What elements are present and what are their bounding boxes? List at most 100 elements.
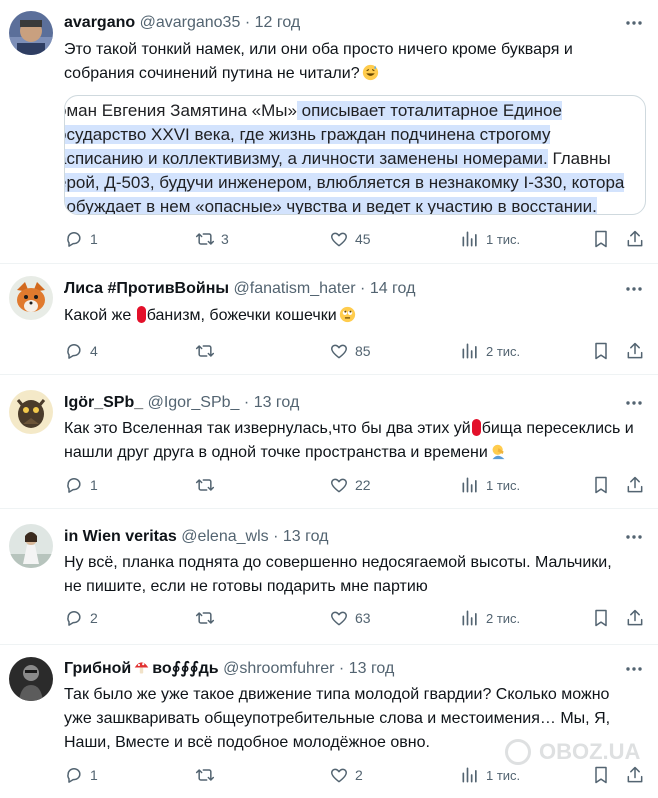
- rolling-eyes-emoji: [339, 306, 355, 323]
- reply-button[interactable]: 1: [64, 228, 98, 250]
- retweet-button[interactable]: [195, 607, 221, 629]
- quote-line-highlight: осударство XXVI века, где жизнь граждан …: [65, 125, 551, 144]
- quote-line-highlight: описывает тоталитарное Единое: [296, 101, 562, 120]
- author-handle[interactable]: @elena_wls: [181, 528, 268, 545]
- bookmark-icon: [595, 609, 607, 627]
- views-count: 2 тис.: [486, 610, 521, 626]
- separator: ·: [360, 280, 366, 297]
- avatar[interactable]: [9, 524, 53, 568]
- quoted-image[interactable]: оман Евгения Замятина «Мы» описывает тот…: [64, 95, 646, 215]
- retweet-button[interactable]: [195, 764, 221, 786]
- tweet-text-line: Так было же уже такое движение типа моло…: [64, 686, 610, 703]
- like-button[interactable]: 85: [329, 340, 371, 362]
- more-icon[interactable]: [624, 659, 644, 679]
- reply-count: 4: [90, 343, 98, 359]
- quote-line: Главны: [547, 149, 611, 168]
- avatar[interactable]: [9, 11, 53, 55]
- share-icon: [627, 609, 643, 626]
- author-name[interactable]: Грибной во∮∮∮дь: [64, 660, 219, 677]
- share-icon: [627, 476, 643, 493]
- reply-icon: [67, 768, 81, 783]
- tweet-text-part: Какой же: [64, 307, 136, 324]
- separator: ·: [243, 394, 250, 411]
- tweet-text-line: Ну всё, планка поднята до совершенно нед…: [64, 554, 612, 571]
- bookmark-button[interactable]: [591, 228, 611, 250]
- retweet-button[interactable]: [195, 474, 221, 496]
- separator: ·: [338, 660, 345, 677]
- tweet-text-part: банизм, божечки кошечки: [146, 307, 337, 324]
- tweet-text-line: нашли друг друга в одной точке пространс…: [64, 444, 488, 461]
- more-icon[interactable]: [624, 393, 644, 413]
- views-icon: [462, 231, 477, 247]
- timestamp[interactable]: 13 год: [283, 528, 329, 545]
- views-count: 2 тис.: [486, 343, 521, 359]
- author-handle[interactable]: @avargano35: [140, 14, 241, 31]
- views-button[interactable]: 1 тис.: [460, 228, 520, 250]
- author-name[interactable]: in Wien veritas: [64, 528, 177, 545]
- like-button[interactable]: 45: [329, 228, 371, 250]
- bookmark-button[interactable]: [591, 607, 611, 629]
- tweet-text-line: собрания сочинений путина не читали?: [64, 65, 360, 82]
- like-count: 85: [355, 343, 371, 359]
- facepalm-emoji: [492, 444, 505, 460]
- share-button[interactable]: [625, 228, 645, 250]
- like-count: 2: [355, 767, 363, 783]
- heart-icon: [330, 768, 348, 783]
- tweet-text-line: Это такой тонкий намек, или они оба прос…: [64, 41, 573, 58]
- views-count: 1 тис.: [486, 231, 521, 247]
- censor-blot: [136, 306, 146, 323]
- retweet-button[interactable]: 3: [195, 228, 229, 250]
- reply-button[interactable]: 1: [64, 474, 98, 496]
- avatar[interactable]: [9, 390, 53, 434]
- views-button[interactable]: 2 тис.: [460, 340, 520, 362]
- more-icon[interactable]: [624, 279, 644, 299]
- share-button[interactable]: [625, 607, 645, 629]
- like-button[interactable]: 22: [329, 474, 371, 496]
- timestamp[interactable]: 12 год: [255, 14, 301, 31]
- timestamp[interactable]: 13 год: [254, 394, 300, 411]
- share-button[interactable]: [625, 340, 645, 362]
- reply-button[interactable]: 4: [64, 340, 98, 362]
- avatar[interactable]: [9, 276, 53, 320]
- tweet-avargano[interactable]: avargano @avargano35 · 12 год Это такой …: [0, 0, 658, 264]
- like-button[interactable]: 2: [329, 764, 363, 786]
- heart-icon: [330, 611, 348, 626]
- author-name[interactable]: Лиса #ПротивВойны: [64, 280, 229, 297]
- bookmark-button[interactable]: [591, 474, 611, 496]
- reply-button[interactable]: 2: [64, 607, 98, 629]
- quote-line-highlight: асписанию и коллективизму, а личности за…: [65, 149, 548, 168]
- bookmark-button[interactable]: [591, 340, 611, 362]
- author-name[interactable]: Igör_SPb_: [64, 394, 143, 411]
- like-button[interactable]: 63: [329, 607, 371, 629]
- share-button[interactable]: [625, 474, 645, 496]
- share-icon: [627, 230, 643, 247]
- avatar[interactable]: [9, 657, 53, 701]
- reply-icon: [67, 611, 81, 626]
- reply-count: 1: [90, 767, 98, 783]
- tweet-text: Как это Вселенная так извернулась,что бы…: [64, 417, 644, 465]
- mushroom-emoji: [134, 662, 149, 674]
- views-icon: [462, 610, 477, 626]
- watermark: OBOZ.UA: [505, 732, 658, 772]
- author-handle[interactable]: @Igor_SPb_: [148, 394, 240, 411]
- views-button[interactable]: 1 тис.: [460, 474, 520, 496]
- author-handle[interactable]: @fanatism_hater: [234, 280, 356, 297]
- views-button[interactable]: 2 тис.: [460, 607, 520, 629]
- reply-icon: [67, 478, 81, 493]
- reply-icon: [67, 232, 81, 247]
- timestamp[interactable]: 13 год: [349, 660, 395, 677]
- retweet-icon: [195, 479, 215, 491]
- separator: ·: [273, 528, 279, 545]
- more-icon[interactable]: [624, 527, 644, 547]
- author-name-part: Грибной: [64, 660, 132, 677]
- timestamp[interactable]: 14 год: [370, 280, 416, 297]
- more-icon[interactable]: [624, 13, 644, 33]
- heart-icon: [330, 232, 348, 247]
- author-name[interactable]: avargano: [64, 14, 135, 31]
- author-name-part: во∮∮∮дь: [152, 660, 219, 677]
- reply-button[interactable]: 1: [64, 764, 98, 786]
- censor-blot: [471, 419, 481, 436]
- retweet-button[interactable]: [195, 340, 221, 362]
- author-handle[interactable]: @shroomfuhrer: [223, 660, 334, 677]
- reply-count: 1: [90, 231, 98, 247]
